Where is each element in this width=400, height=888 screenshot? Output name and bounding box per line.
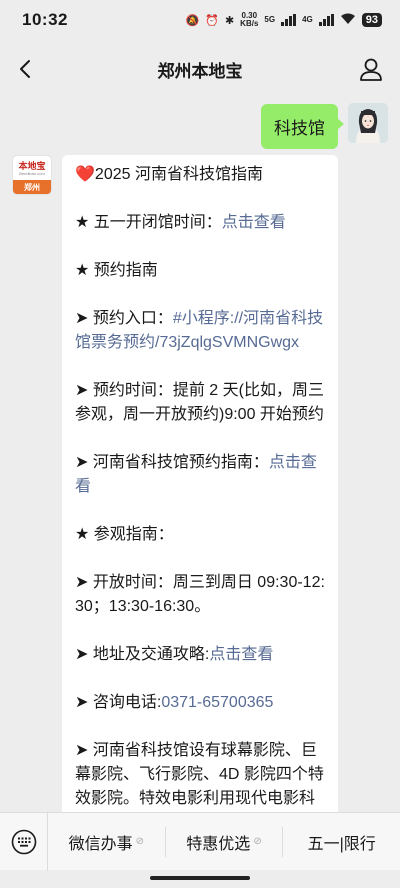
user-message-row: 科技馆 bbox=[261, 103, 388, 149]
bluetooth-icon: ✱ bbox=[224, 14, 235, 27]
bot-avatar-url: Bendibao.com bbox=[19, 170, 45, 176]
booking-time-text: ➤ 预约时间：提前 2 天(比如，周三参观，周一开放预约)9:00 开始预约 bbox=[75, 382, 324, 423]
menu-item-label: 微信办事 bbox=[68, 835, 133, 853]
wifi-icon bbox=[340, 13, 356, 28]
menu-item-label: 特惠优选 bbox=[186, 835, 251, 853]
guide-line: ➤ 河南省科技馆预约指南：点击查看 bbox=[75, 451, 326, 499]
home-indicator[interactable] bbox=[150, 876, 250, 880]
heart-icon: ❤️ bbox=[75, 166, 95, 183]
person-icon bbox=[360, 58, 382, 81]
menu-item-deals[interactable]: 特惠优选 ⊘ bbox=[166, 826, 284, 857]
menu-item-traffic-limit[interactable]: 五一|限行 bbox=[283, 827, 400, 857]
phone-line: ➤ 咨询电话:0371-65700365 bbox=[75, 691, 326, 715]
menu-item-wechat-services[interactable]: 微信办事 ⊘ bbox=[48, 826, 166, 857]
chat-title: 郑州本地宝 bbox=[157, 61, 243, 81]
address-line: ➤ 地址及交通攻略:点击查看 bbox=[75, 643, 326, 667]
link-icon: ⊘ bbox=[253, 836, 262, 847]
network-4g-label: 4G bbox=[302, 15, 313, 24]
profile-button[interactable] bbox=[358, 56, 384, 82]
guide-title: ❤️2025 河南省科技馆指南 bbox=[75, 163, 326, 187]
booking-heading: ★ 预约指南 bbox=[75, 262, 158, 279]
guide-label: ➤ 河南省科技馆预约指南： bbox=[75, 454, 269, 471]
bot-avatar[interactable]: 本地宝 Bendibao.com 郑州 bbox=[12, 155, 52, 195]
bot-avatar-brand: 本地宝 bbox=[18, 160, 46, 171]
signal-4g-icon bbox=[318, 14, 334, 26]
keyboard-toggle-button[interactable] bbox=[0, 812, 48, 871]
menu-item-label: 五一|限行 bbox=[307, 835, 376, 853]
alarm-icon: ⏰ bbox=[205, 14, 219, 27]
network-5g-label: 5G bbox=[264, 15, 276, 24]
link-icon: ⊘ bbox=[135, 836, 145, 847]
status-icons: 🔕 ⏰ ✱ 0.30 KB/s 5G 4G 93 bbox=[186, 12, 382, 28]
user-avatar-image bbox=[348, 103, 388, 143]
address-link[interactable]: 点击查看 bbox=[209, 646, 273, 663]
back-button[interactable] bbox=[14, 57, 38, 81]
phone-link[interactable]: 0371-65700365 bbox=[161, 694, 273, 711]
visit-heading: ★ 参观指南： bbox=[75, 526, 174, 543]
entry-label: ➤ 预约入口： bbox=[75, 310, 173, 327]
open-hours-text: ➤ 开放时间：周三到周日 09:30-12:30；13:30-16:30。 bbox=[75, 574, 325, 615]
speed-unit: KB/s bbox=[240, 19, 259, 28]
hours-label: ★ 五一开闭馆时间： bbox=[75, 214, 222, 231]
hours-link[interactable]: 点击查看 bbox=[222, 214, 286, 231]
user-avatar[interactable] bbox=[348, 103, 388, 143]
hours-line: ★ 五一开闭馆时间：点击查看 bbox=[75, 211, 326, 235]
user-message-bubble[interactable]: 科技馆 bbox=[261, 104, 344, 149]
mute-icon: 🔕 bbox=[185, 14, 200, 27]
keyboard-icon bbox=[11, 829, 36, 854]
network-speed: 0.30 KB/s bbox=[240, 12, 258, 28]
guide-title-text: 2025 河南省科技馆指南 bbox=[94, 166, 263, 183]
bot-avatar-city: 郑州 bbox=[13, 180, 51, 194]
signal-5g-icon bbox=[281, 14, 297, 26]
status-bar: 10:32 🔕 ⏰ ✱ 0.30 KB/s 5G 4G 93 bbox=[0, 0, 400, 40]
entry-line: ➤ 预约入口：#小程序://河南省科技馆票务预约/73jZqlgSVMNGwgx bbox=[75, 307, 326, 355]
phone-label: ➤ 咨询电话: bbox=[75, 694, 162, 711]
status-time: 10:32 bbox=[22, 10, 68, 29]
chat-header: 郑州本地宝 bbox=[0, 45, 400, 93]
battery-icon: 93 bbox=[361, 13, 382, 27]
chevron-left-icon bbox=[20, 60, 30, 78]
address-label: ➤ 地址及交通攻略: bbox=[75, 646, 210, 663]
bot-message-bubble[interactable]: ❤️2025 河南省科技馆指南 ★ 五一开闭馆时间：点击查看 ★ 预约指南 ➤ … bbox=[62, 155, 338, 835]
bottom-menu: 微信办事 ⊘ 特惠优选 ⊘ 五一|限行 bbox=[0, 812, 400, 871]
